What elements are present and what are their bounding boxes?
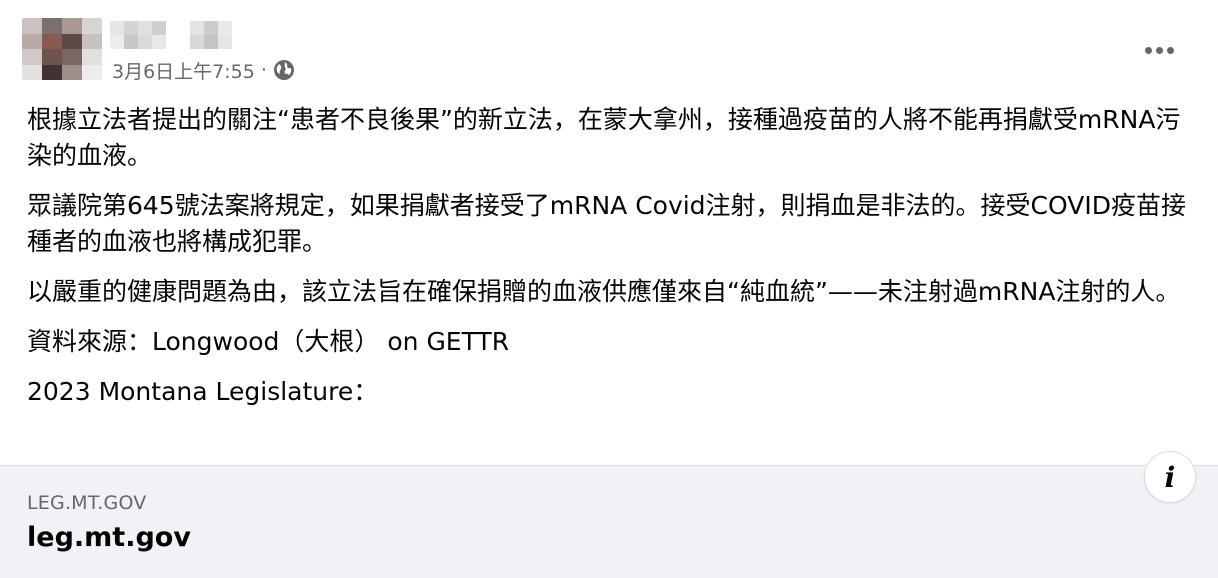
link-domain: LEG.MT.GOV [27,492,147,514]
post-timestamp[interactable]: 3月6日上午7:55 [112,57,255,84]
post-paragraph: 2023 Montana Legislature： [27,377,379,406]
dot [1166,46,1174,54]
link-title[interactable]: leg.mt.gov [27,522,191,553]
post-paragraph: 以嚴重的健康問題為由，該立法旨在確保捐贈的血液供應僅來自“純血統”——未注射過m… [27,277,1181,306]
info-glyph: i [1164,460,1176,494]
post-paragraph: 眾議院第645號法案將規定，如果捐獻者接受了mRNA Covid注射，則捐血是非… [27,191,1186,256]
facebook-post: 3月6日上午7:55 · 根據立法者提出的關注“患者不良後果”的新立法，在蒙大拿… [0,0,1218,578]
link-preview[interactable]: LEG.MT.GOV leg.mt.gov [0,465,1218,578]
post-source: 資料來源：Longwood（大根） on GETTR [27,327,510,356]
avatar[interactable] [22,18,102,80]
dot [1144,46,1152,54]
meta-separator: · [260,59,267,81]
author-name-redacted[interactable] [110,21,174,49]
post-text: 根據立法者提出的關注“患者不良後果”的新立法，在蒙大拿州，接種過疫苗的人將不能再… [27,102,1197,424]
post-meta: 3月6日上午7:55 · [112,57,295,83]
post-paragraph: 根據立法者提出的關注“患者不良後果”的新立法，在蒙大拿州，接種過疫苗的人將不能再… [27,105,1181,170]
globe-icon[interactable] [273,59,295,81]
info-icon[interactable]: i [1144,451,1196,503]
more-options-icon[interactable] [1141,36,1177,64]
author-name-redacted-2[interactable] [190,21,238,49]
dot [1155,46,1163,54]
